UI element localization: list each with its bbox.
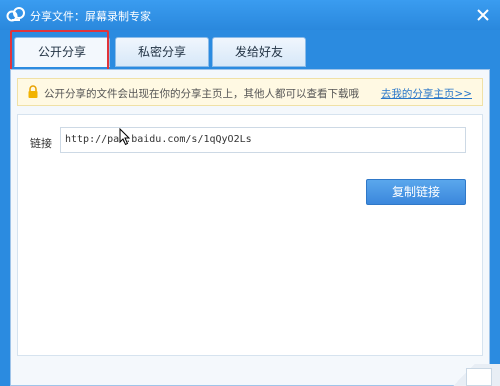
- share-link-panel: 链接 http://pan.baidu.com/s/1qQyO2Ls 复制链接: [17, 114, 483, 356]
- notice-bar: 公开分享的文件会出现在你的分享主页上，其他人都可以查看下载哦 去我的分享主页>>: [17, 78, 483, 106]
- resize-handle-box[interactable]: [466, 368, 492, 386]
- cloud-link-icon: [6, 7, 25, 22]
- notice-text: 公开分享的文件会出现在你的分享主页上，其他人都可以查看下载哦: [44, 88, 359, 100]
- my-share-page-link[interactable]: 去我的分享主页>>: [381, 86, 472, 101]
- tab-private-share[interactable]: 私密分享: [115, 37, 209, 67]
- content-area: 公开分享的文件会出现在你的分享主页上，其他人都可以查看下载哦 去我的分享主页>>…: [10, 69, 490, 386]
- copy-link-button[interactable]: 复制链接: [366, 179, 466, 205]
- tab-bar: 公开分享 私密分享 发给好友: [0, 30, 500, 70]
- lock-icon: [28, 85, 38, 98]
- window-title: 分享文件：屏幕录制专家: [30, 10, 151, 23]
- close-icon[interactable]: [474, 6, 492, 24]
- link-label: 链接: [30, 137, 52, 150]
- title-bar: 分享文件：屏幕录制专家: [0, 0, 500, 30]
- tab-public-share[interactable]: 公开分享: [14, 37, 110, 67]
- tab-send-to-friend[interactable]: 发给好友: [212, 37, 306, 67]
- mouse-cursor-icon: [119, 128, 131, 146]
